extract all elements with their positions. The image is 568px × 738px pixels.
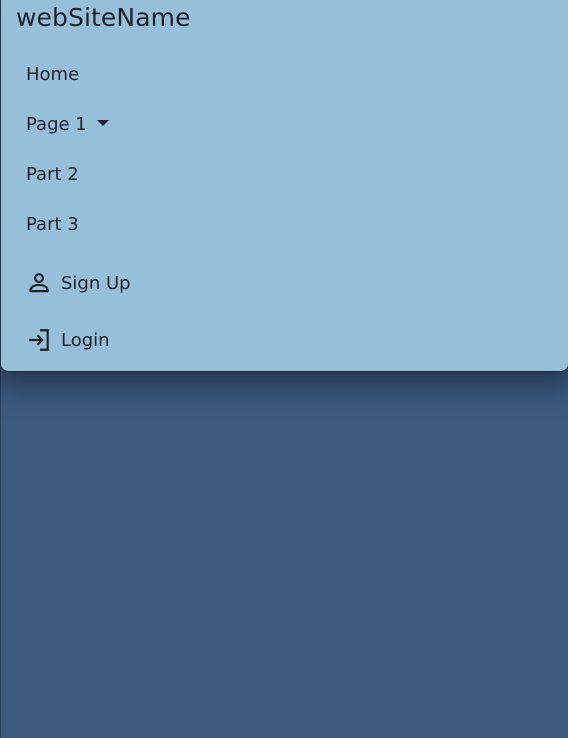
nav-item-home-label: Home [26,64,80,85]
sign-up-label: Sign Up [61,272,131,294]
login-icon [26,327,52,353]
navbar: webSiteName Home Page 1 Part 2 Part 3 Si… [1,0,568,372]
nav-item-part3-label: Part 3 [26,214,79,235]
nav-item-part3[interactable]: Part 3 [26,214,79,235]
person-icon [26,270,52,296]
nav-item-page1-dropdown[interactable]: Page 1 [26,114,109,135]
caret-down-icon [96,119,109,126]
nav-item-home[interactable]: Home [26,64,79,85]
nav-item-page1-label: Page 1 [26,114,87,135]
login-link[interactable]: Login [26,327,110,353]
nav-item-part2[interactable]: Part 2 [26,164,79,185]
login-label: Login [61,329,110,351]
nav-item-part2-label: Part 2 [26,164,79,185]
brand-title[interactable]: webSiteName [16,3,191,32]
sign-up-link[interactable]: Sign Up [26,270,131,296]
